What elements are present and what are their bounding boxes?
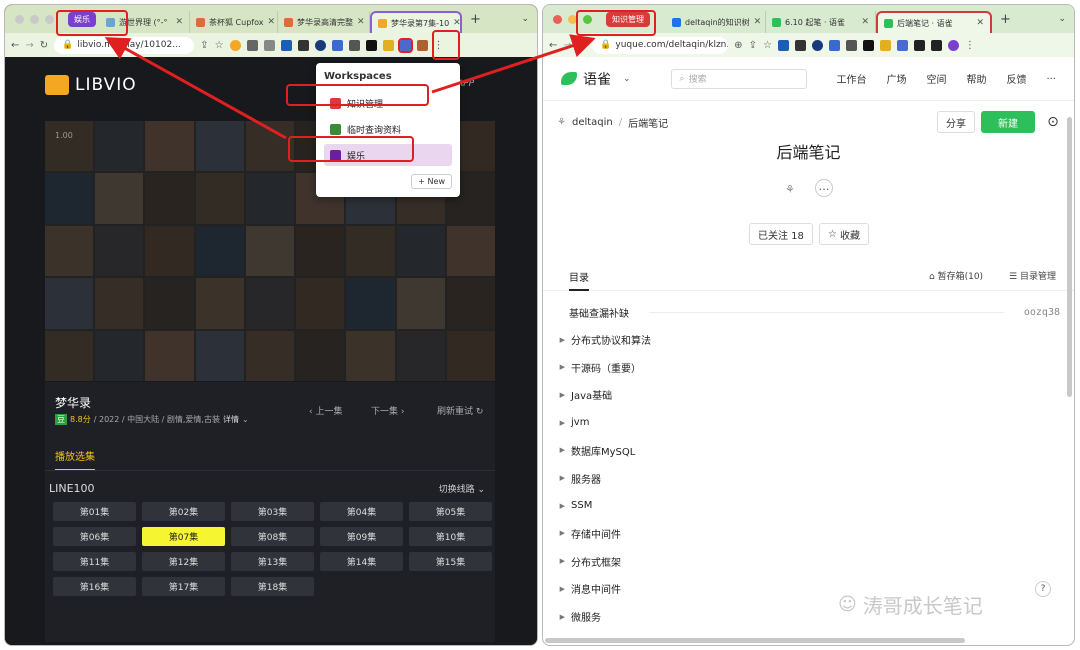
arrow-to-right-group bbox=[431, 34, 596, 94]
wechat-icon: ☺ bbox=[838, 594, 857, 615]
watermark-text: 涛哥成长笔记 bbox=[862, 594, 983, 618]
watermark: ☺ 涛哥成长笔记 bbox=[838, 590, 983, 619]
arrow-to-left-group bbox=[104, 37, 287, 140]
annotation-arrows bbox=[104, 34, 596, 140]
